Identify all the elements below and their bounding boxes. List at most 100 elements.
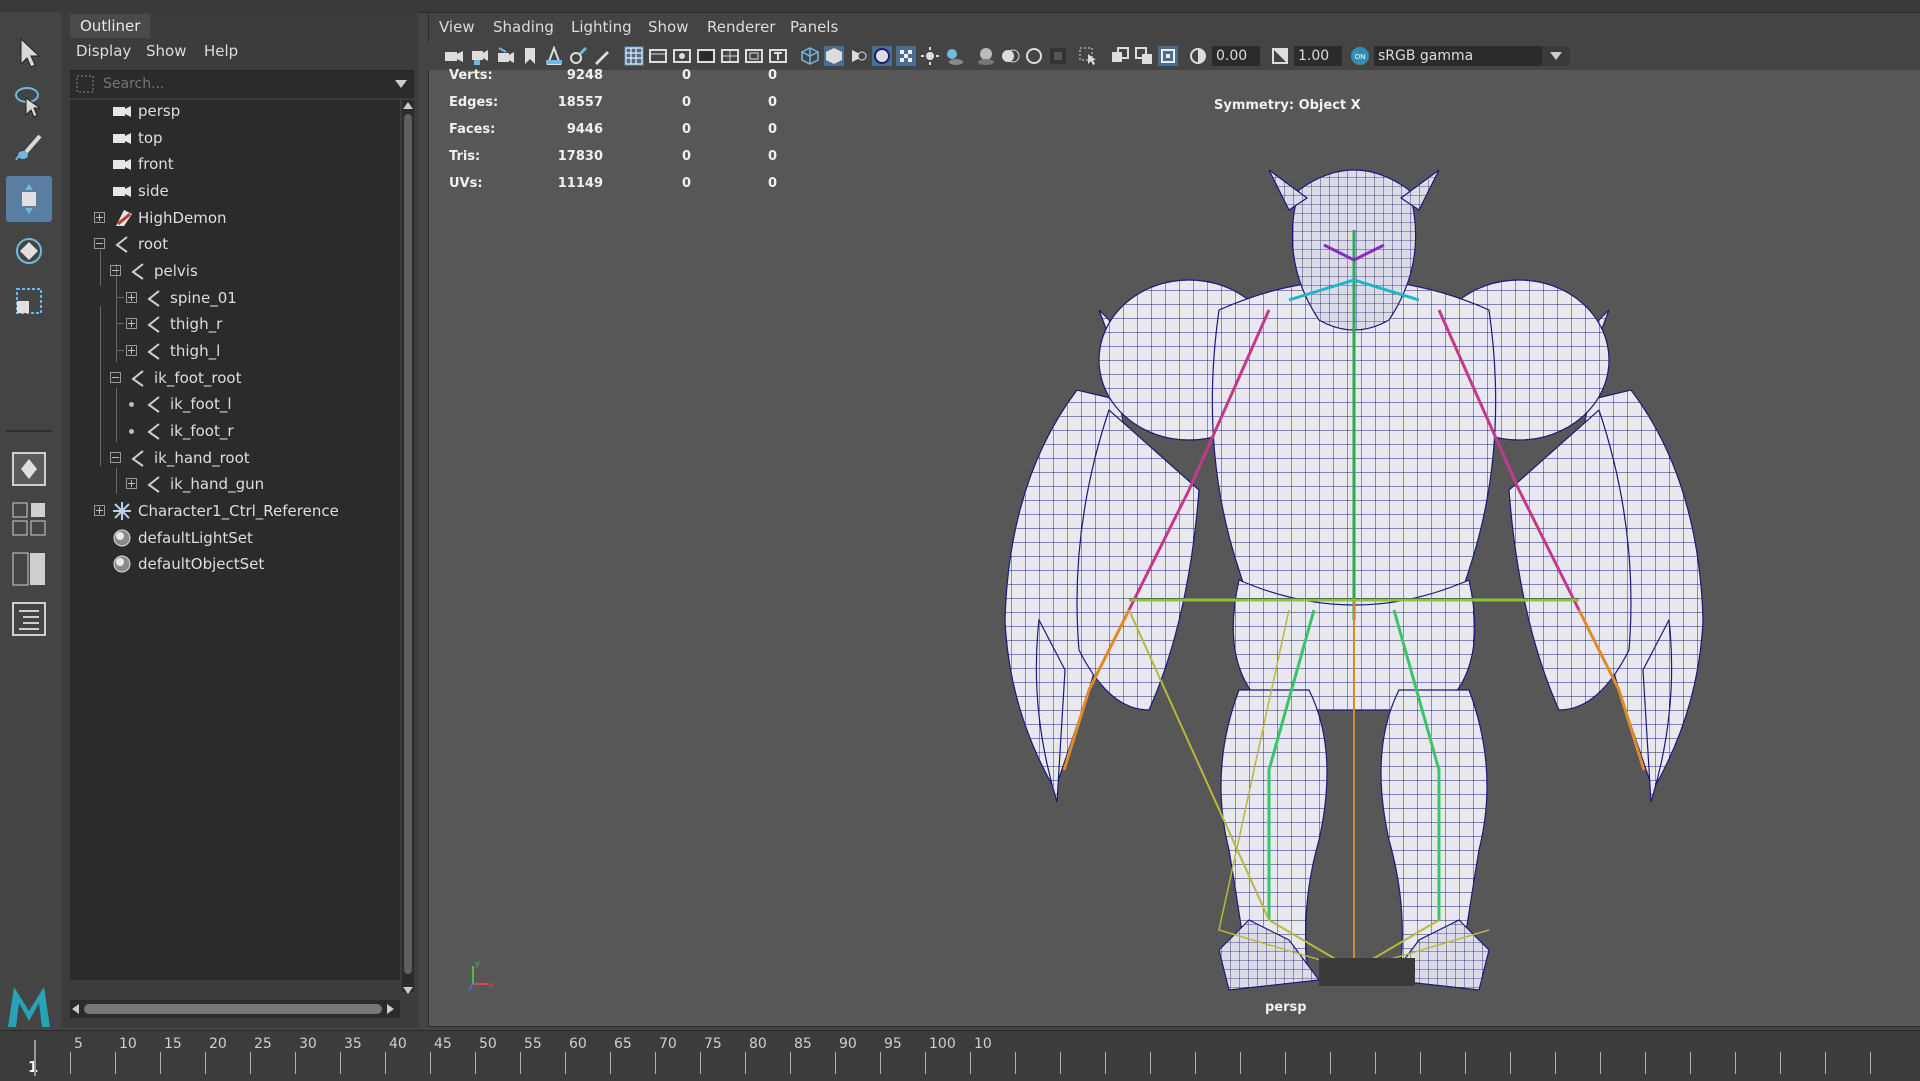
timeline-tick-label: 75 <box>704 1036 722 1052</box>
lights-icon[interactable] <box>920 46 940 66</box>
wireframe-icon[interactable] <box>800 46 820 66</box>
hud-stat-value: 9446 <box>566 122 603 137</box>
timeline-tick <box>160 1052 161 1074</box>
safe-action-icon[interactable] <box>744 46 764 66</box>
timeline-tick <box>1195 1052 1196 1074</box>
field-chart-icon[interactable] <box>720 46 740 66</box>
viewport-3d[interactable]: Verts: 9248 0 0 Edges: 18557 0 0 Faces: 9446 0 0 Tri… <box>428 68 1920 1027</box>
timeline-tick-label: 95 <box>884 1036 902 1052</box>
textured-icon[interactable] <box>896 46 916 66</box>
grease-pencil-icon[interactable] <box>568 46 588 66</box>
xray-icon[interactable] <box>1110 46 1130 66</box>
gamma-icon[interactable] <box>1270 46 1290 66</box>
color-space-dropdown-button[interactable] <box>1542 46 1570 66</box>
single-view-button[interactable] <box>6 446 52 492</box>
menu-view[interactable]: View <box>439 14 475 40</box>
menu-shading[interactable]: Shading <box>493 14 554 40</box>
scroll-down-icon[interactable] <box>402 986 414 996</box>
scroll-right-icon[interactable] <box>386 1003 396 1015</box>
resolution-gate-icon[interactable] <box>672 46 692 66</box>
image-plane-icon[interactable] <box>544 46 564 66</box>
shadows-icon[interactable] <box>944 46 964 66</box>
timeline-tick <box>520 1052 521 1074</box>
exposure-field[interactable]: 0.00 <box>1212 46 1260 66</box>
camera-icon <box>113 106 131 117</box>
scroll-up-icon[interactable] <box>402 100 414 110</box>
menu-display[interactable]: Display <box>76 38 131 64</box>
smooth-shade-icon[interactable] <box>824 46 844 66</box>
motion-blur-icon[interactable] <box>1000 46 1020 66</box>
paint-select-tool[interactable] <box>6 126 52 172</box>
character-model[interactable] <box>969 150 1739 1000</box>
gamma-field[interactable]: 1.00 <box>1294 46 1342 66</box>
timeline-tick <box>205 1052 206 1074</box>
gate-mask-icon[interactable] <box>696 46 716 66</box>
timeline-tick <box>1465 1052 1466 1074</box>
hud-stat-label: Tris: <box>449 149 481 164</box>
menu-help[interactable]: Help <box>204 38 238 64</box>
isolate-select-icon[interactable] <box>1078 46 1098 66</box>
xray-joints-icon[interactable] <box>1134 46 1154 66</box>
menu-panels[interactable]: Panels <box>790 14 838 40</box>
timeline-tick-label: 90 <box>839 1036 857 1052</box>
depth-of-field-icon[interactable] <box>1048 46 1068 66</box>
timeline-tick <box>1690 1052 1691 1074</box>
color-space-dropdown[interactable]: sRGB gamma <box>1374 46 1570 66</box>
timeline-tick <box>655 1052 656 1074</box>
scrollbar-thumb[interactable] <box>84 1004 382 1014</box>
menu-show[interactable]: Show <box>146 38 186 64</box>
collapse-toggle[interactable] <box>110 372 121 383</box>
safe-title-icon[interactable] <box>768 46 788 66</box>
set-icon <box>113 555 131 573</box>
ambient-occlusion-icon[interactable] <box>976 46 996 66</box>
timeline-tick <box>1420 1052 1421 1074</box>
menu-lighting[interactable]: Lighting <box>571 14 632 40</box>
outliner-view-button[interactable] <box>6 596 52 642</box>
collapse-toggle[interactable] <box>94 238 105 249</box>
lasso-tool[interactable] <box>6 78 52 124</box>
bookmark-icon[interactable] <box>520 46 540 66</box>
color-management-toggle-icon[interactable]: ON <box>1350 46 1370 66</box>
film-gate-icon[interactable] <box>648 46 668 66</box>
scroll-left-icon[interactable] <box>70 1003 80 1015</box>
anti-aliasing-icon[interactable] <box>1024 46 1044 66</box>
scrollbar-thumb[interactable] <box>404 114 412 974</box>
menu-renderer[interactable]: Renderer <box>707 14 775 40</box>
collapse-toggle[interactable] <box>110 265 121 276</box>
grid-toggle-icon[interactable] <box>624 46 644 66</box>
exposure-icon[interactable] <box>1188 46 1208 66</box>
wireframe-on-shaded-icon[interactable] <box>872 46 892 66</box>
joint-icon <box>147 476 160 493</box>
expand-toggle[interactable] <box>126 478 137 489</box>
four-view-button[interactable] <box>6 496 52 542</box>
hud-stat-component: 0 <box>767 176 777 191</box>
timeline-tick <box>835 1052 836 1074</box>
timeline-tick <box>295 1052 296 1074</box>
timeline-tick <box>475 1052 476 1074</box>
outliner-list-icon <box>12 602 46 636</box>
outliner-tab[interactable]: Outliner <box>70 14 151 38</box>
chevron-down-icon <box>1550 52 1562 60</box>
rotate-tool[interactable] <box>6 228 52 274</box>
camera-attributes-icon[interactable] <box>496 46 516 66</box>
shaded-wireframe-icon[interactable] <box>848 46 868 66</box>
collapse-toggle[interactable] <box>110 452 121 463</box>
leaf-dot <box>129 402 134 407</box>
move-tool[interactable] <box>6 176 52 222</box>
select-tool[interactable] <box>6 30 52 76</box>
xray-components-icon[interactable] <box>1158 46 1178 66</box>
menu-show[interactable]: Show <box>648 14 688 40</box>
expand-toggle[interactable] <box>94 212 105 223</box>
two-view-button[interactable] <box>6 546 52 592</box>
chevron-down-icon[interactable] <box>395 80 407 88</box>
timeline-tick <box>1330 1052 1331 1074</box>
scale-tool[interactable] <box>6 278 52 324</box>
search-input[interactable] <box>101 73 385 95</box>
expand-toggle[interactable] <box>126 345 137 356</box>
camera-lock-icon[interactable] <box>470 46 490 66</box>
pencil-icon[interactable] <box>592 46 612 66</box>
expand-toggle[interactable] <box>94 505 105 516</box>
expand-toggle[interactable] <box>126 318 137 329</box>
expand-toggle[interactable] <box>126 292 137 303</box>
camera-select-icon[interactable] <box>444 46 464 66</box>
